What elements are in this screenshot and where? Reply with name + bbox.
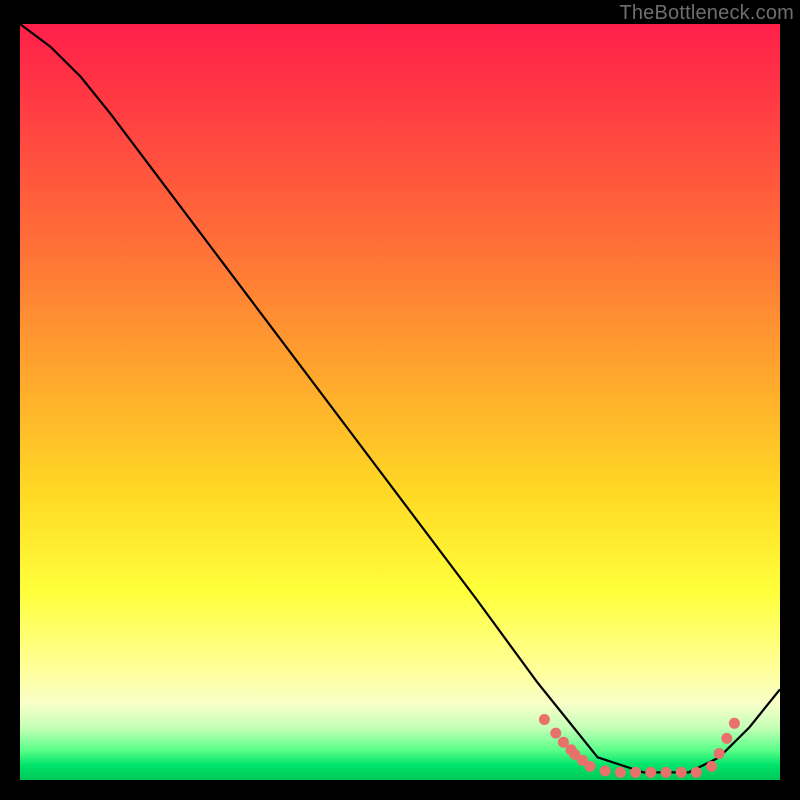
highlight-dot xyxy=(676,767,687,778)
highlight-dot xyxy=(714,748,725,759)
plot-area xyxy=(20,24,780,780)
highlight-dot xyxy=(645,767,656,778)
chart-container: TheBottleneck.com xyxy=(0,0,800,800)
highlight-dot xyxy=(600,765,611,776)
watermark-text: TheBottleneck.com xyxy=(619,2,794,25)
highlight-dot xyxy=(615,767,626,778)
highlight-dot xyxy=(691,767,702,778)
highlight-dot xyxy=(585,761,596,772)
bottleneck-curve xyxy=(20,24,780,772)
highlight-dot xyxy=(550,728,561,739)
highlight-dots xyxy=(539,714,740,778)
highlight-dot xyxy=(539,714,550,725)
curve-svg xyxy=(20,24,780,780)
highlight-dot xyxy=(630,767,641,778)
highlight-dot xyxy=(661,767,672,778)
highlight-dot xyxy=(721,733,732,744)
highlight-dot xyxy=(729,718,740,729)
highlight-dot xyxy=(706,761,717,772)
